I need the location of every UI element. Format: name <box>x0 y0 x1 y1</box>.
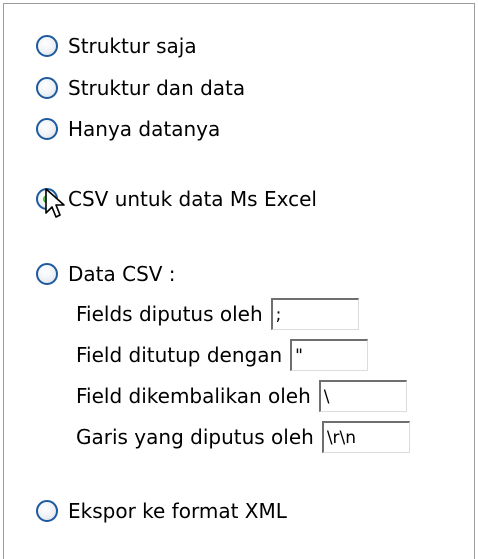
structure-only-radio[interactable] <box>36 35 58 57</box>
data-only-radio[interactable] <box>36 118 58 140</box>
export-options-panel: Struktur saja Struktur dan data Hanya da… <box>3 3 475 559</box>
xml-radio[interactable] <box>36 500 58 522</box>
fields-escaped-input[interactable] <box>318 380 407 412</box>
structure-only-label[interactable]: Struktur saja <box>68 32 197 60</box>
structure-and-data-label[interactable]: Struktur dan data <box>68 74 245 102</box>
csv-data-label[interactable]: Data CSV : <box>68 260 176 288</box>
fields-terminated-input[interactable] <box>270 298 359 330</box>
csv-fields-escaped-row: Field dikembalikan oleh <box>76 379 407 413</box>
fields-enclosed-label: Field ditutup dengan <box>76 343 283 367</box>
option-structure-only[interactable]: Struktur saja <box>36 32 197 60</box>
option-csv-data[interactable]: Data CSV : <box>36 260 176 288</box>
data-only-label[interactable]: Hanya datanya <box>68 115 220 143</box>
option-data-only[interactable]: Hanya datanya <box>36 115 220 143</box>
lines-terminated-label: Garis yang diputus oleh <box>76 425 314 449</box>
csv-lines-terminated-row: Garis yang diputus oleh <box>76 420 410 454</box>
fields-escaped-label: Field dikembalikan oleh <box>76 384 311 408</box>
csv-excel-label[interactable]: CSV untuk data Ms Excel <box>68 185 317 213</box>
mouse-pointer-icon <box>45 188 65 218</box>
csv-fields-terminated-row: Fields diputus oleh <box>76 297 359 331</box>
option-structure-and-data[interactable]: Struktur dan data <box>36 74 245 102</box>
option-xml[interactable]: Ekspor ke format XML <box>36 497 287 525</box>
lines-terminated-input[interactable] <box>321 421 410 453</box>
fields-enclosed-input[interactable] <box>290 339 369 371</box>
xml-label[interactable]: Ekspor ke format XML <box>68 497 287 525</box>
csv-fields-enclosed-row: Field ditutup dengan <box>76 338 369 372</box>
option-csv-excel[interactable]: CSV untuk data Ms Excel <box>36 185 317 213</box>
csv-data-radio[interactable] <box>36 263 58 285</box>
fields-terminated-label: Fields diputus oleh <box>76 302 263 326</box>
structure-and-data-radio[interactable] <box>36 77 58 99</box>
